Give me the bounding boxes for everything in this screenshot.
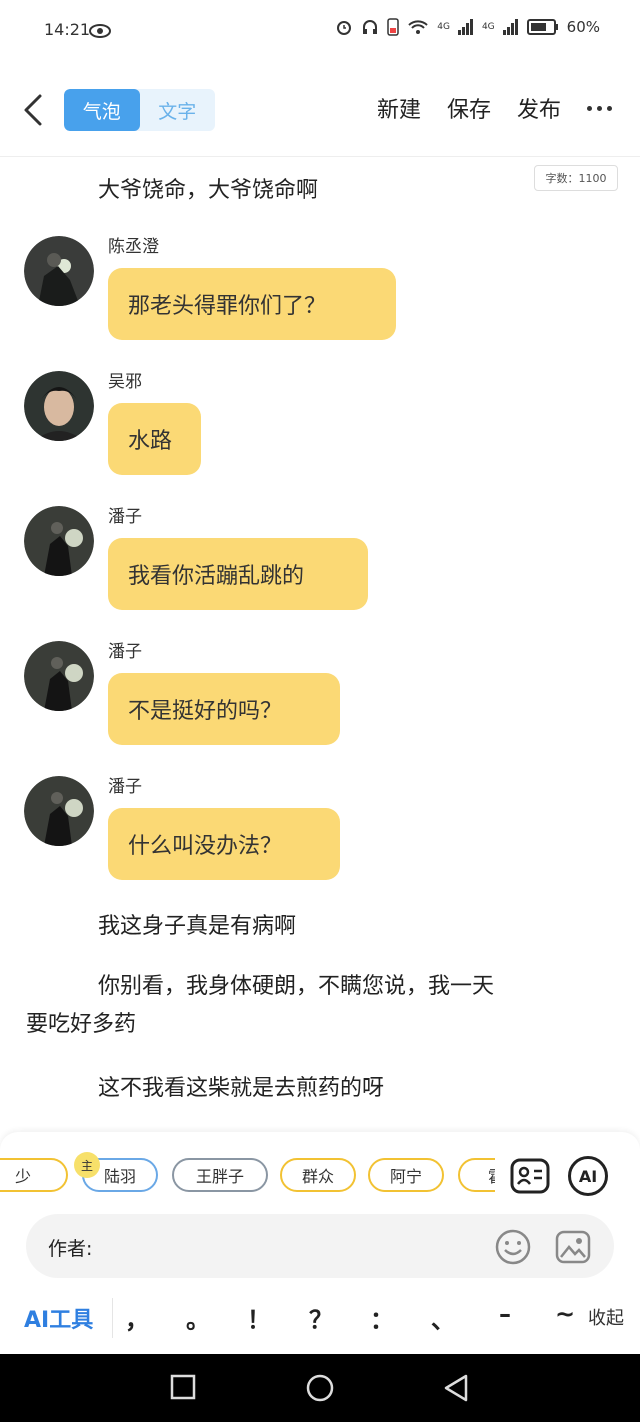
character-chip[interactable]: 王胖子 [172, 1158, 268, 1192]
author-input-row: 作者: [26, 1214, 614, 1278]
speaker-name: 潘子 [108, 507, 142, 527]
message-bubble[interactable]: 什么叫没办法？ [108, 808, 340, 880]
save-button[interactable]: 保存 [447, 92, 491, 124]
punct-dash-button[interactable]: – [490, 1300, 520, 1328]
main-role-badge: 主 [74, 1152, 100, 1178]
avatar [24, 371, 94, 441]
new-button[interactable]: 新建 [377, 92, 421, 124]
narration-line[interactable]: 要吃好多药 [26, 1006, 136, 1044]
punct-question-button[interactable]: ？ [306, 1300, 336, 1335]
author-input[interactable] [108, 1226, 492, 1268]
narration-line[interactable]: 你别看，我身体硬朗，不瞒您说，我一天 [98, 968, 494, 1006]
speaker-name: 吴邪 [108, 372, 142, 392]
status-time: 14:21 [44, 20, 91, 39]
emoji-icon[interactable] [494, 1228, 532, 1266]
collapse-button[interactable]: 收起 [588, 1304, 624, 1330]
publish-button[interactable]: 发布 [517, 92, 561, 124]
network-label-1: 4G [437, 22, 450, 32]
author-label: 作者: [48, 1238, 93, 1260]
eye-icon [89, 24, 111, 38]
tab-bubble[interactable]: 气泡 [64, 89, 140, 131]
word-count-badge: 字数：1100 [534, 165, 618, 191]
speaker-name: 陈丞澄 [108, 237, 159, 257]
character-chip[interactable]: 阿宁 [368, 1158, 444, 1192]
back-nav-icon[interactable] [442, 1373, 470, 1403]
punctuation-toolbar: AI工具 ， 。 ！ ？ ： 、 – ~ 收起 [0, 1290, 640, 1346]
headphone-icon [363, 20, 378, 34]
character-card-icon[interactable] [510, 1156, 550, 1196]
home-icon[interactable] [305, 1373, 335, 1403]
narration-line[interactable]: 这不我看这柴就是去煎药的呀 [98, 1070, 384, 1108]
signal-icon [457, 19, 473, 35]
mode-switch: 气泡 文字 [64, 89, 215, 131]
punct-exclaim-button[interactable]: ！ [244, 1300, 274, 1335]
character-chip[interactable]: 霍 [458, 1158, 495, 1192]
narration-line[interactable]: 大爷饶命，大爷饶命啊 [98, 172, 318, 210]
character-chip[interactable]: 群众 [280, 1158, 356, 1192]
ai-tools-button[interactable]: AI工具 [24, 1302, 93, 1334]
punct-enum-comma-button[interactable]: 、 [428, 1300, 458, 1335]
back-icon[interactable] [20, 92, 50, 128]
tab-text[interactable]: 文字 [140, 89, 216, 131]
top-actions: 新建 保存 发布 [377, 92, 612, 124]
more-icon[interactable] [587, 105, 612, 111]
avatar [24, 776, 94, 846]
message-bubble[interactable]: 不是挺好的吗？ [108, 673, 340, 745]
message-bubble[interactable]: 我看你活蹦乱跳的 [108, 538, 368, 610]
avatar [24, 641, 94, 711]
punct-colon-button[interactable]: ： [367, 1300, 397, 1335]
punct-comma-button[interactable]: ， [122, 1300, 152, 1335]
status-bar: 14:21 4G 4G 60% [0, 0, 640, 62]
wifi-icon [408, 20, 428, 34]
recent-apps-icon[interactable] [170, 1373, 196, 1401]
punct-tilde-button[interactable]: ~ [550, 1300, 580, 1328]
ai-assist-icon[interactable]: AI [568, 1156, 608, 1196]
alarm-icon [337, 21, 352, 35]
speaker-name: 潘子 [108, 642, 142, 662]
system-nav-bar [0, 1354, 640, 1422]
speaker-name: 潘子 [108, 777, 142, 797]
battery-percent: 60% [566, 18, 600, 36]
punct-period-button[interactable]: 。 [183, 1300, 213, 1335]
battery-icon [526, 19, 558, 35]
top-bar: 气泡 文字 新建 保存 发布 [0, 62, 640, 157]
avatar [24, 506, 94, 576]
network-label-2: 4G [481, 22, 495, 32]
message-bubble[interactable]: 水路 [108, 403, 201, 475]
avatar [24, 236, 94, 306]
signal-icon-2 [502, 19, 518, 35]
narration-line[interactable]: 我这身子真是有病啊 [98, 908, 296, 946]
message-bubble[interactable]: 那老头得罪你们了？ [108, 268, 396, 340]
divider [112, 1298, 113, 1338]
phone-battery-icon [387, 18, 399, 36]
image-icon[interactable] [554, 1228, 592, 1266]
character-chip[interactable]: 少 [0, 1158, 68, 1192]
status-icons: 4G 4G 60% [335, 18, 600, 36]
